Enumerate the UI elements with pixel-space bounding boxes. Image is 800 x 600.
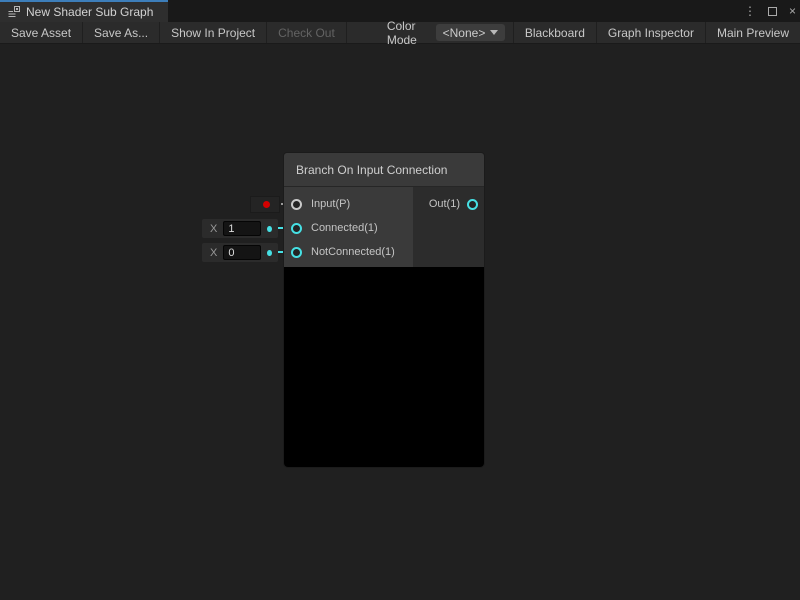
- port-dot-icon: [267, 250, 272, 256]
- port-row-notconnected: NotConnected(1): [284, 240, 413, 264]
- save-as-button[interactable]: Save As...: [83, 22, 160, 43]
- notconnected-port-icon[interactable]: [291, 247, 302, 258]
- x-axis-label: X: [210, 223, 217, 235]
- port-label: Input(P): [311, 198, 350, 210]
- shader-graph-window: New Shader Sub Graph ⋮ × Save Asset Save…: [0, 0, 800, 600]
- menu-icon[interactable]: ⋮: [744, 4, 756, 18]
- chevron-down-icon: [490, 30, 498, 35]
- maximize-icon[interactable]: [768, 7, 777, 16]
- graph-canvas[interactable]: X X Branch On Input Connection Input(P): [0, 44, 800, 600]
- notconnected-default-widget: X: [202, 243, 278, 262]
- tab-new-shader-sub-graph[interactable]: New Shader Sub Graph: [0, 0, 168, 22]
- save-asset-button[interactable]: Save Asset: [0, 22, 83, 43]
- node-output-column: Out(1): [413, 187, 484, 267]
- blackboard-button[interactable]: Blackboard: [513, 22, 596, 43]
- close-icon[interactable]: ×: [789, 4, 796, 18]
- node-preview[interactable]: [284, 267, 484, 467]
- subgraph-icon: [8, 6, 20, 18]
- graph-inspector-button[interactable]: Graph Inspector: [596, 22, 705, 43]
- node-title[interactable]: Branch On Input Connection: [284, 153, 484, 187]
- main-preview-button[interactable]: Main Preview: [705, 22, 800, 43]
- color-mode-value: <None>: [443, 26, 486, 40]
- connected-value-field[interactable]: [223, 221, 261, 236]
- check-out-button: Check Out: [267, 22, 347, 43]
- tab-title: New Shader Sub Graph: [26, 5, 153, 19]
- window-controls: ⋮ ×: [744, 0, 796, 22]
- x-axis-label: X: [210, 247, 217, 259]
- show-in-project-button[interactable]: Show In Project: [160, 22, 267, 43]
- port-row-out: Out(1): [413, 192, 484, 216]
- node-branch-on-input-connection[interactable]: Branch On Input Connection Input(P) Conn…: [284, 153, 484, 467]
- input-port-icon[interactable]: [291, 199, 302, 210]
- port-dot-icon: [267, 226, 272, 232]
- toolbar: Save Asset Save As... Show In Project Ch…: [0, 22, 800, 44]
- color-mode-dropdown[interactable]: <None>: [436, 24, 505, 41]
- connected-default-widget: X: [202, 219, 278, 238]
- node-body: Input(P) Connected(1) NotConnected(1) Ou…: [284, 187, 484, 267]
- notconnected-value-field[interactable]: [223, 245, 261, 260]
- connected-port-icon[interactable]: [291, 223, 302, 234]
- color-mode-label: Color Mode: [379, 22, 436, 43]
- node-input-column: Input(P) Connected(1) NotConnected(1): [284, 187, 413, 267]
- port-label: Out(1): [429, 198, 460, 210]
- inputp-default-widget[interactable]: [250, 196, 280, 213]
- out-port-icon[interactable]: [467, 199, 478, 210]
- port-row-connected: Connected(1): [284, 216, 413, 240]
- port-label: Connected(1): [311, 222, 378, 234]
- red-indicator-dot: [263, 201, 270, 208]
- port-label: NotConnected(1): [311, 246, 395, 258]
- port-row-input: Input(P): [284, 192, 413, 216]
